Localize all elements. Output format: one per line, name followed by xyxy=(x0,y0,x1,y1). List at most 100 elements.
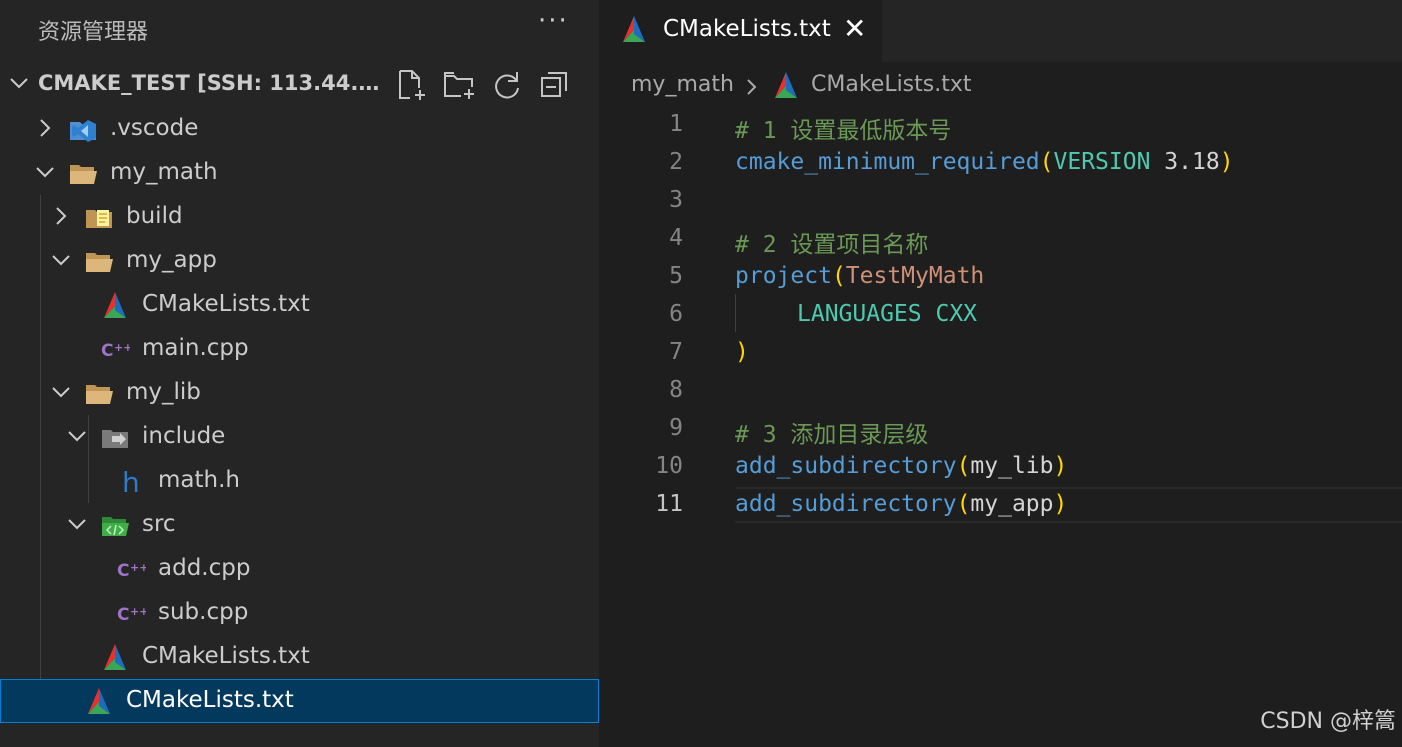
svg-text:C: C xyxy=(117,561,129,581)
tree-item-label: my_lib xyxy=(126,379,201,405)
tree-item-vscode[interactable]: .vscode xyxy=(0,107,599,151)
cmake-icon xyxy=(104,292,126,318)
workspace-name: CMAKE_TEST [SSH: 113.44.10.1... xyxy=(38,71,383,95)
tree-item-add-cpp[interactable]: C ++ add.cpp xyxy=(0,547,599,591)
chevron-down-icon xyxy=(10,78,28,89)
cmake-icon xyxy=(88,688,110,714)
code-text: add_subdirectory(my_app) xyxy=(735,491,1067,517)
cmake-icon xyxy=(775,72,797,98)
tree-item-src[interactable]: src xyxy=(0,503,599,547)
explorer-sidebar: 资源管理器 ··· CMAKE_TEST [SSH: 113.44.10.1..… xyxy=(0,0,599,747)
code-bracket: ( xyxy=(956,453,971,479)
tree-item-label: main.cpp xyxy=(142,335,249,361)
tree-item-main-cpp[interactable]: C ++ main.cpp xyxy=(0,327,599,371)
cpp-icon: C ++ xyxy=(117,561,146,581)
line-number: 4 xyxy=(669,225,683,251)
editor-pane: CMakeLists.txt ✕ my_math CMakeLists.txt … xyxy=(599,0,1402,747)
code-line-current: 11 add_subdirectory(my_app) xyxy=(599,486,1402,524)
line-number: 1 xyxy=(669,111,683,137)
svg-text:C: C xyxy=(101,341,113,361)
tree-item-my-math[interactable]: my_math xyxy=(0,151,599,195)
refresh-icon[interactable] xyxy=(490,68,524,102)
code-line: 1 # 1 设置最低版本号 xyxy=(599,106,1402,144)
line-number: 9 xyxy=(669,415,683,441)
tree-item-cmakelists[interactable]: CMakeLists.txt xyxy=(0,283,599,327)
tree-item-label: src xyxy=(142,511,176,537)
code-function: add_subdirectory xyxy=(735,453,957,479)
header-icon: h xyxy=(122,466,140,496)
chevron-right-icon xyxy=(56,207,67,225)
code-line: 5 project(TestMyMath xyxy=(599,258,1402,296)
svg-text:++: ++ xyxy=(130,605,146,618)
tree-item-cmakelists-selected[interactable]: CMakeLists.txt xyxy=(0,679,599,723)
close-icon[interactable]: ✕ xyxy=(843,12,866,45)
tree-item-label: my_math xyxy=(110,159,218,185)
tab-cmakelists[interactable]: CMakeLists.txt ✕ xyxy=(599,0,882,62)
svg-text:++: ++ xyxy=(114,341,130,354)
explorer-title: 资源管理器 xyxy=(38,20,149,45)
tree-item-label: build xyxy=(126,203,183,229)
breadcrumb-file[interactable]: CMakeLists.txt xyxy=(811,72,972,97)
more-actions-button[interactable]: ··· xyxy=(538,6,569,36)
include-folder-icon xyxy=(102,430,128,448)
code-bracket: ) xyxy=(1053,491,1068,517)
code-identifier: my_app xyxy=(970,491,1054,517)
folder-open-icon xyxy=(86,385,113,404)
tree-item-label: CMakeLists.txt xyxy=(126,687,294,713)
tree-item-label: add.cpp xyxy=(158,555,251,581)
line-number: 3 xyxy=(669,187,683,213)
chevron-right-icon xyxy=(40,119,51,137)
chevron-down-icon xyxy=(52,387,70,398)
cmake-icon xyxy=(623,16,645,42)
chevron-right-icon xyxy=(747,79,757,95)
tree-item-label: CMakeLists.txt xyxy=(142,643,310,669)
code-line: 7 ) xyxy=(599,334,1402,372)
cpp-icon: C ++ xyxy=(117,605,146,625)
tree-item-label: include xyxy=(142,423,226,449)
code-argument: TestMyMath xyxy=(845,263,985,289)
tree-item-cmakelists[interactable]: CMakeLists.txt xyxy=(0,635,599,679)
tree-item-label: .vscode xyxy=(110,115,199,141)
code-bracket: ) xyxy=(735,339,749,365)
tree-item-my-app[interactable]: my_app xyxy=(0,239,599,283)
code-text: project(TestMyMath xyxy=(735,263,984,289)
chevron-down-icon xyxy=(68,431,86,442)
tree-item-build[interactable]: build xyxy=(0,195,599,239)
tab-label: CMakeLists.txt xyxy=(663,16,831,42)
code-comment: # 3 添加目录层级 xyxy=(735,422,929,448)
svg-text:C: C xyxy=(117,605,129,625)
line-number: 8 xyxy=(669,377,683,403)
svg-text:h: h xyxy=(122,466,140,496)
tree-item-label: math.h xyxy=(158,467,240,493)
folder-open-icon xyxy=(70,165,97,184)
cmake-icon xyxy=(104,644,126,670)
code-bracket: ) xyxy=(1053,453,1068,479)
line-number: 11 xyxy=(655,491,683,517)
collapse-all-icon[interactable] xyxy=(538,68,572,102)
line-number: 5 xyxy=(669,263,683,289)
breadcrumb-folder[interactable]: my_math xyxy=(631,72,734,97)
new-folder-icon[interactable] xyxy=(442,68,476,102)
workspace-folder-header[interactable]: CMAKE_TEST [SSH: 113.44.10.1... xyxy=(0,62,599,106)
code-number: 3.18 xyxy=(1150,149,1220,175)
code-line: 2 cmake_minimum_required(VERSION 3.18) xyxy=(599,144,1402,182)
tree-item-math-h[interactable]: h math.h xyxy=(0,459,599,503)
code-line: 3 xyxy=(599,182,1402,220)
chevron-down-icon xyxy=(68,519,86,530)
code-text: cmake_minimum_required(VERSION 3.18) xyxy=(735,149,1234,175)
tree-item-label: my_app xyxy=(126,247,217,273)
watermark: CSDN @梓篙 xyxy=(1260,709,1396,734)
tree-item-include[interactable]: include xyxy=(0,415,599,459)
code-bracket: ( xyxy=(956,491,971,517)
tree-item-my-lib[interactable]: my_lib xyxy=(0,371,599,415)
line-number: 6 xyxy=(669,301,683,327)
line-number: 2 xyxy=(669,149,683,175)
line-number: 10 xyxy=(655,453,683,479)
code-comment: # 1 设置最低版本号 xyxy=(735,118,952,144)
tab-bar: CMakeLists.txt ✕ xyxy=(599,0,1402,62)
tree-item-label: CMakeLists.txt xyxy=(142,291,310,317)
code-line: 9 # 3 添加目录层级 xyxy=(599,410,1402,448)
tree-item-sub-cpp[interactable]: C ++ sub.cpp xyxy=(0,591,599,635)
code-keyword: LANGUAGES CXX xyxy=(797,301,978,327)
new-file-icon[interactable] xyxy=(394,68,428,102)
